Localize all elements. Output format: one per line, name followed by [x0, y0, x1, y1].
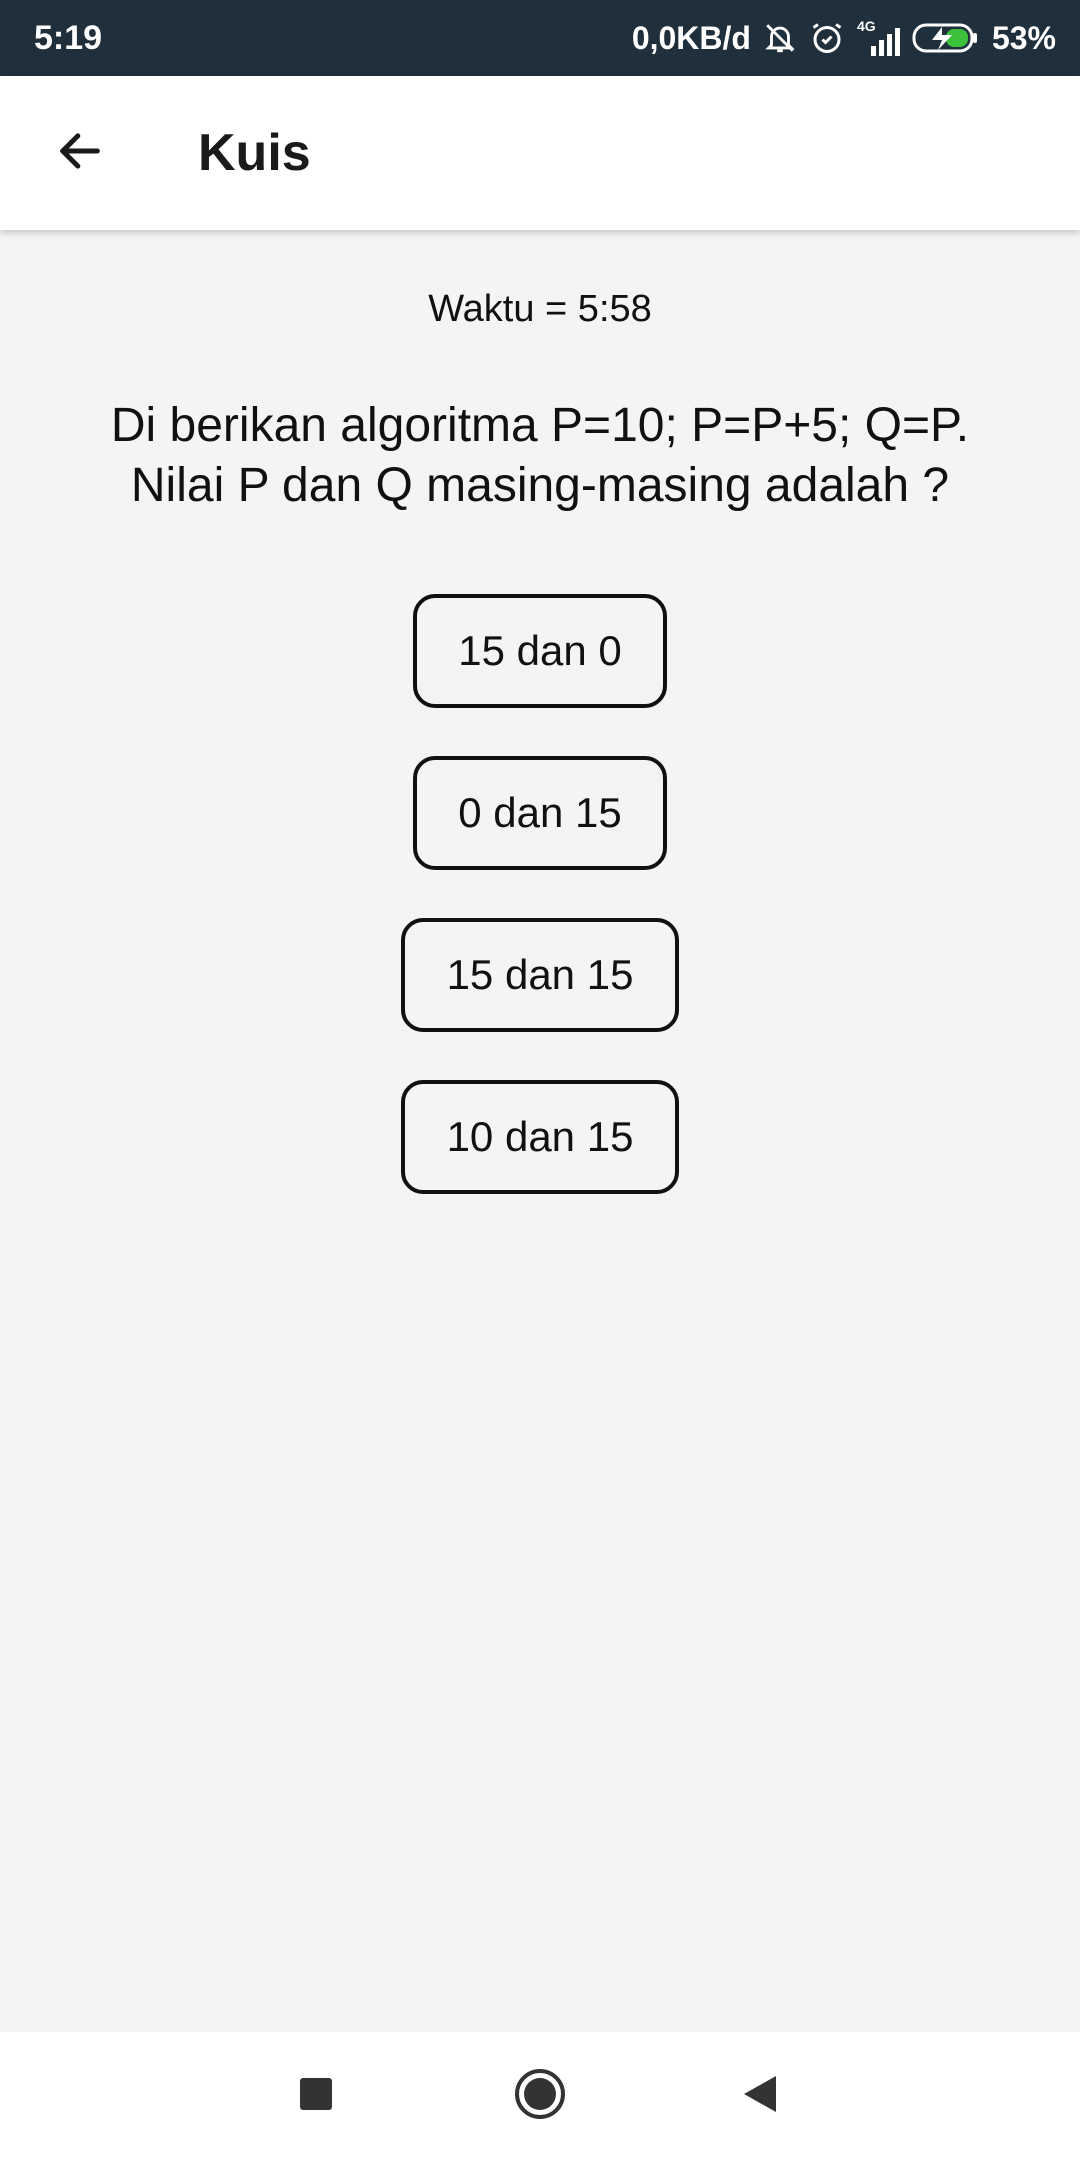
answer-option-label: 15 dan 15	[446, 951, 634, 998]
status-icons: 0,0KB/d 4G 53%	[632, 0, 1056, 76]
page-title: Kuis	[198, 124, 311, 182]
question-text: Di berikan algoritma P=10; P=P+5; Q=P. N…	[60, 396, 1020, 516]
back-nav-button[interactable]	[730, 2066, 790, 2126]
question-line-2: Nilai P dan Q masing-masing adalah ?	[130, 459, 950, 512]
network-speed: 0,0KB/d	[631, 19, 751, 56]
answer-option-label: 0 dan 15	[458, 789, 622, 836]
answer-option-button[interactable]: 0 dan 15	[413, 756, 667, 870]
status-time: 5:19	[34, 19, 103, 57]
battery-charging-icon	[912, 22, 980, 54]
home-icon	[514, 2068, 566, 2125]
system-nav-bar	[0, 2032, 1080, 2160]
alarm-icon	[809, 20, 845, 56]
back-button[interactable]	[40, 113, 120, 193]
answer-option-label: 15 dan 0	[458, 627, 622, 674]
quiz-timer: Waktu = 5:58	[428, 288, 652, 330]
answer-option-label: 10 dan 15	[446, 1113, 634, 1160]
network-type: 4G	[856, 18, 876, 34]
status-bar: 5:19 0,0KB/d 4G 53%	[0, 0, 1080, 76]
bell-off-icon	[763, 21, 797, 55]
battery-percent: 53%	[991, 19, 1056, 56]
question-line-1: Di berikan algoritma P=10; P=P+5; Q=P.	[110, 399, 970, 452]
home-button[interactable]	[510, 2066, 570, 2126]
app-bar: Kuis	[0, 76, 1080, 230]
back-icon	[742, 2074, 778, 2119]
recents-button[interactable]	[286, 2066, 346, 2126]
arrow-left-icon	[54, 125, 106, 182]
signal-icon: 4G	[856, 18, 900, 56]
recents-icon	[298, 2076, 334, 2117]
answer-option-button[interactable]: 15 dan 0	[413, 594, 667, 708]
answer-option-button[interactable]: 15 dan 15	[401, 918, 679, 1032]
answer-option-button[interactable]: 10 dan 15	[401, 1080, 679, 1194]
